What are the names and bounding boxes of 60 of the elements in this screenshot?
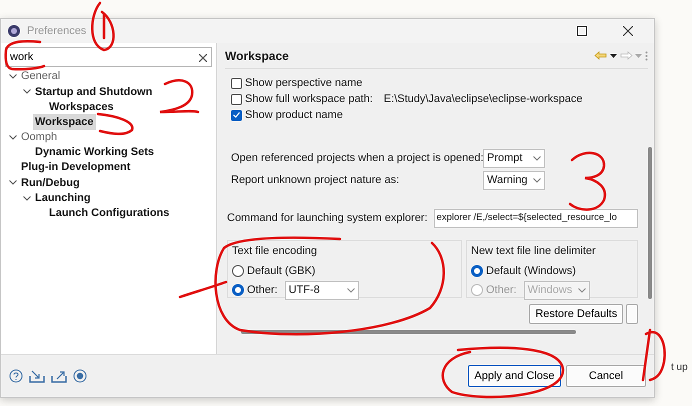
- maximize-icon: [577, 26, 587, 36]
- tree-item[interactable]: Launch Configurations: [47, 205, 172, 222]
- restore-defaults-button[interactable]: Restore Defaults: [529, 304, 624, 324]
- page-title: Workspace: [225, 48, 289, 64]
- radio-button[interactable]: [232, 265, 244, 277]
- import-icon[interactable]: [29, 370, 45, 382]
- radio-button[interactable]: [471, 265, 483, 277]
- chevron-icon[interactable]: [23, 196, 31, 201]
- dropdown-caret-icon[interactable]: [610, 54, 617, 58]
- checkbox-label: Show perspective name: [245, 76, 362, 91]
- close-icon: [199, 54, 207, 62]
- chevron-icon: [533, 178, 541, 182]
- radio-label: Default (GBK): [247, 264, 316, 279]
- chevron-icon[interactable]: [23, 89, 31, 94]
- apply-and-close-button[interactable]: Apply and Close: [468, 365, 560, 387]
- vertical-scrollbar[interactable]: [648, 147, 652, 299]
- tree-item[interactable]: Plug-in Development: [19, 159, 132, 176]
- record-icon[interactable]: [73, 369, 87, 383]
- checkbox[interactable]: [231, 78, 242, 88]
- dropdown[interactable]: Warning: [483, 170, 545, 190]
- tree-item[interactable]: Workspaces: [47, 98, 116, 116]
- cancel-button[interactable]: Cancel: [566, 365, 646, 387]
- dropdown[interactable]: Prompt: [483, 148, 545, 168]
- chevron-icon[interactable]: [9, 134, 17, 140]
- field-label: Report unknown project nature as:: [231, 172, 400, 188]
- radio-label: Default (Windows): [486, 264, 576, 279]
- tree-item[interactable]: Run/Debug: [19, 174, 82, 192]
- checkbox-label: Show full workspace path:: [245, 92, 373, 107]
- filter-field[interactable]: work: [5, 47, 212, 67]
- background-window-text: t up: [671, 361, 688, 375]
- group-title: New text file line delimiter: [471, 244, 597, 259]
- radio-label: Other:: [486, 282, 517, 298]
- tree-item[interactable]: Launching: [33, 190, 93, 206]
- checkbox[interactable]: [231, 94, 242, 104]
- radio-button[interactable]: [232, 284, 244, 296]
- tree-item[interactable]: Dynamic Working Sets: [33, 144, 156, 161]
- window-title: Preferences: [27, 24, 88, 39]
- close-icon: [623, 26, 633, 36]
- chevron-icon: [533, 156, 541, 160]
- radio-label: Other:: [247, 282, 278, 298]
- app-icon: [7, 24, 21, 38]
- checkbox[interactable]: [231, 110, 242, 120]
- chevron-icon[interactable]: [9, 180, 17, 186]
- tree-item[interactable]: Oomph: [19, 129, 60, 146]
- dropdown[interactable]: UTF-8: [284, 280, 359, 300]
- path-text: E:\Study\Java\eclipse\eclipse-workspace: [384, 92, 583, 107]
- tree-item[interactable]: Startup and Shutdown: [33, 84, 154, 100]
- command-field[interactable]: explorer /E,/select=${selected_resource_lo: [434, 209, 638, 228]
- field-label: Open referenced projects when a project is opened:: [231, 150, 483, 166]
- field-label: Command for launching system explorer:: [227, 211, 428, 226]
- tree-item[interactable]: Workspace: [33, 114, 96, 130]
- export-icon[interactable]: [51, 370, 67, 382]
- horizontal-scrollbar[interactable]: [241, 330, 576, 334]
- chevron-icon: [346, 288, 355, 292]
- chevron-icon[interactable]: [9, 74, 17, 80]
- group-title: Text file encoding: [232, 244, 318, 259]
- chevron-icon: [578, 288, 586, 292]
- tree-item[interactable]: General: [19, 68, 62, 85]
- help-icon[interactable]: [9, 369, 23, 383]
- checkbox-label: Show product name: [245, 108, 343, 123]
